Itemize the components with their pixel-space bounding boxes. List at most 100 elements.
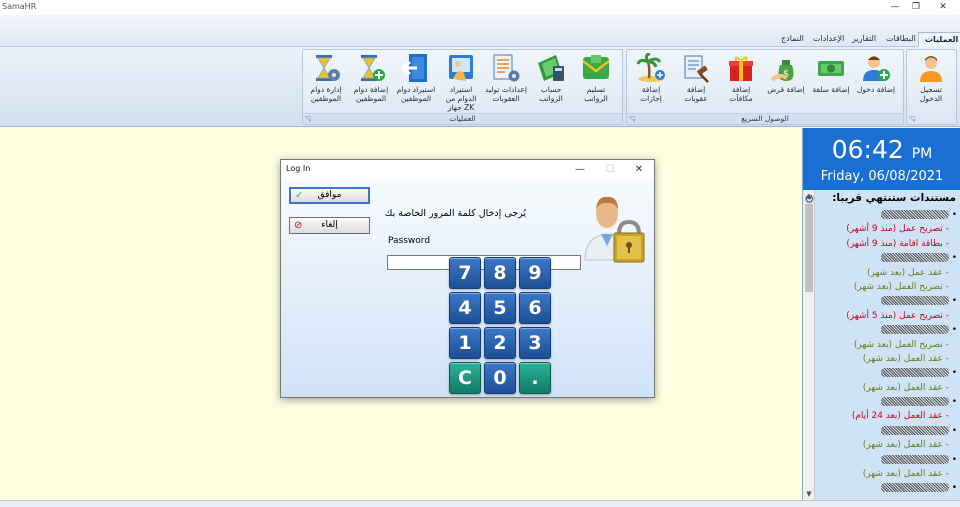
login-button[interactable]: تسجيل الدخول xyxy=(910,53,952,113)
keypad-key[interactable]: 7 xyxy=(449,257,481,289)
keypad-key[interactable]: 1 xyxy=(449,327,481,359)
add-entry-button[interactable]: إضافة دخول xyxy=(855,53,897,113)
penalty-settings-button[interactable]: إعدادات توليد العقوبات xyxy=(485,53,527,113)
doc-item-row: - عقد العمل (بعد 24 أيام) xyxy=(817,409,960,423)
doc-text: - عقد العمل (بعد شهر) xyxy=(862,382,949,393)
calculate-salaries-button[interactable]: حساب الرواتب xyxy=(530,53,572,113)
add-advance-button[interactable]: إضافة سلفة xyxy=(810,53,852,113)
ok-button-label: موافق xyxy=(317,190,342,200)
keypad-key[interactable]: C xyxy=(449,362,481,394)
keypad-key[interactable]: 2 xyxy=(484,327,516,359)
add-leave-label: إضافة إجازات xyxy=(640,85,662,103)
doc-employee-row: • xyxy=(817,424,960,438)
title-bar: SamaHR — ❐ ✕ xyxy=(0,0,960,15)
ribbon-group-login: تسجيل الدخول ◹ xyxy=(906,49,957,125)
tab-forms[interactable]: النماذج xyxy=(775,32,810,47)
gear-icon[interactable]: ⚙ xyxy=(804,192,815,206)
doc-item-row: - تصريح عمل (منذ 9 أشهر) xyxy=(817,222,960,236)
calculator-icon xyxy=(538,55,564,81)
ribbon-tab-bar: العمليات البطاقات التقارير الإعدادات الن… xyxy=(0,15,960,47)
doc-text: - عقد العمل (بعد شهر) xyxy=(862,440,949,451)
keypad-key[interactable]: 9 xyxy=(519,257,551,289)
status-bar xyxy=(0,500,960,507)
import-attendance-label: استيراد دوام الموظفين xyxy=(396,85,436,103)
maximize-button[interactable]: ❐ xyxy=(903,0,929,15)
tab-cards[interactable]: البطاقات xyxy=(880,32,922,47)
redacted-name xyxy=(880,296,949,306)
tab-settings[interactable]: الإعدادات xyxy=(807,32,850,47)
doc-employee-row: • xyxy=(817,366,960,380)
add-loan-button[interactable]: $ إضافة قرض xyxy=(765,53,807,113)
add-loan-label: إضافة قرض xyxy=(767,85,805,94)
dialog-title-bar: Log In — ☐ ✕ xyxy=(281,160,654,179)
add-bonus-button[interactable]: إضافة مكافآت xyxy=(720,53,762,113)
doc-text: • xyxy=(951,210,957,220)
tab-operations[interactable]: العمليات xyxy=(918,32,960,47)
dialog-minimize-button[interactable]: — xyxy=(565,160,595,179)
scroll-down-arrow-icon[interactable]: ▼ xyxy=(803,488,815,500)
import-zk-button[interactable]: استيراد الدوام من جهاز ZK xyxy=(440,53,482,113)
doc-item-row: - عقد العمل (بعد شهر) xyxy=(817,438,960,452)
close-button[interactable]: ✕ xyxy=(930,0,956,15)
keypad-key[interactable]: 6 xyxy=(519,292,551,324)
calculate-salaries-label: حساب الرواتب xyxy=(539,85,563,103)
keypad-key[interactable]: 5 xyxy=(484,292,516,324)
money-bag-icon: $ xyxy=(771,60,794,82)
import-attendance-button[interactable]: استيراد دوام الموظفين xyxy=(395,53,437,113)
cancel-button[interactable]: ⊘ إلغاء xyxy=(289,217,370,234)
add-penalty-button[interactable]: إضافة عقوبات xyxy=(675,53,717,113)
fingerprint-device-icon xyxy=(449,55,473,81)
clock-panel: 06:42 PM Friday, 06/08/2021 xyxy=(803,128,960,190)
ribbon-group-operations: تسليم الرواتب حساب الرواتب إعدادات توليد… xyxy=(302,49,623,125)
import-icon xyxy=(401,54,427,82)
money-icon xyxy=(818,61,844,76)
redacted-name xyxy=(880,425,949,435)
tab-reports[interactable]: التقارير xyxy=(846,32,882,47)
keypad-key[interactable]: . xyxy=(519,362,551,394)
dialog-maximize-button: ☐ xyxy=(605,164,615,175)
user-add-icon xyxy=(863,56,890,81)
doc-item-row: - عقد عمل (بعد شهر) xyxy=(817,266,960,280)
keypad-key[interactable]: 0 xyxy=(484,362,516,394)
group-launcher-icon[interactable]: ◹ xyxy=(629,115,637,123)
keypad-key[interactable]: 4 xyxy=(449,292,481,324)
ribbon-body: تسجيل الدخول ◹ إضافة دخول إضافة سلفة $ إ… xyxy=(0,47,960,127)
deliver-salaries-button[interactable]: تسليم الرواتب xyxy=(575,53,617,113)
redacted-name xyxy=(880,483,949,493)
dialog-close-button[interactable]: ✕ xyxy=(624,160,654,179)
redacted-name xyxy=(880,253,949,263)
doc-item-row: - عقد العمل (بعد شهر) xyxy=(817,467,960,481)
gavel-icon xyxy=(684,55,709,83)
add-penalty-label: إضافة عقوبات xyxy=(684,85,708,103)
keypad-key[interactable]: 3 xyxy=(519,327,551,359)
cancel-icon: ⊘ xyxy=(294,220,303,231)
login-dialog: Log In — ☐ ✕ ✓ موافق ⊘ إلغاء يُرجى إدخال… xyxy=(280,159,655,398)
docs-scrollbar[interactable]: ▲ ▼ xyxy=(803,190,815,500)
redacted-name xyxy=(880,454,949,464)
doc-employee-row: • xyxy=(817,294,960,308)
palm-tree-icon xyxy=(636,53,665,82)
add-leave-button[interactable]: إضافة إجازات xyxy=(630,53,672,113)
group-label-quick-access: الوصول السريع xyxy=(627,113,903,124)
doc-text: - تصريح عمل (منذ 5 أشهر) xyxy=(846,310,949,321)
scroll-thumb[interactable] xyxy=(805,204,813,292)
penalty-settings-label: إعدادات توليد العقوبات xyxy=(485,85,527,103)
redacted-name xyxy=(880,210,949,219)
ribbon-group-quick-access: إضافة دخول إضافة سلفة $ إضافة قرض إضافة … xyxy=(626,49,904,125)
doc-text: - عقد العمل (بعد 24 أيام) xyxy=(851,411,949,422)
ok-button[interactable]: ✓ موافق xyxy=(289,187,370,204)
add-advance-label: إضافة سلفة xyxy=(812,85,850,94)
gift-icon xyxy=(729,56,753,81)
group-launcher-icon[interactable]: ◹ xyxy=(909,115,917,123)
check-icon: ✓ xyxy=(295,190,304,201)
manage-attendance-button[interactable]: إدارة دوام الموظفين xyxy=(305,53,347,113)
cancel-button-label: إلغاء xyxy=(321,220,338,230)
hourglass-settings-icon xyxy=(316,55,340,81)
keypad-key[interactable]: 8 xyxy=(484,257,516,289)
group-launcher-icon[interactable]: ◹ xyxy=(305,115,313,123)
doc-text: - تصريح عمل (منذ 9 أشهر) xyxy=(846,224,949,235)
expiring-docs-list: • - تصريح عمل (منذ 9 أشهر) - بطاقة اقامة … xyxy=(817,208,960,496)
add-attendance-button[interactable]: إضافة دوام الموظفين xyxy=(350,53,392,113)
doc-text: - تصريح العمل (بعد شهر) xyxy=(853,339,949,350)
doc-text: - بطاقة اقامة (منذ 9 أشهر) xyxy=(846,238,949,249)
